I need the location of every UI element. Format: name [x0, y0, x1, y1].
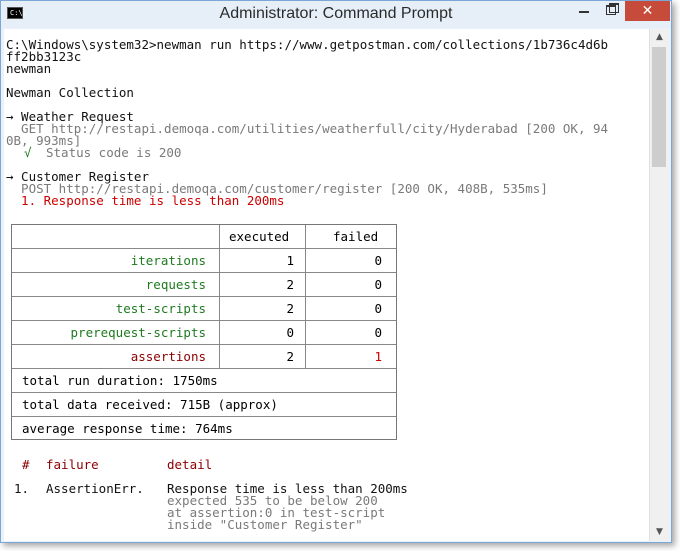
failure-number: 1. [14, 481, 30, 496]
scroll-up-arrow-icon[interactable]: ▲ [650, 29, 669, 46]
vertical-scrollbar[interactable]: ▲ ▼ [649, 29, 669, 541]
tool-name: newman [6, 61, 52, 76]
minimize-button[interactable] [571, 1, 597, 21]
row-executed-requests: 2 [286, 277, 294, 292]
command-prompt-window: C:\. Administrator: Command Prompt ✕ C:\… [0, 0, 672, 543]
row-executed-iterations: 1 [286, 253, 294, 268]
summary-table: executed failed iterations 1 0 requests … [11, 224, 397, 440]
failures-header-num: # [22, 457, 30, 472]
collection-name: Newman Collection [6, 85, 134, 100]
total-data-received: total data received: 715B (approx) [22, 397, 278, 412]
check-mark-icon: √ [24, 145, 32, 160]
row-label-assertions: assertions [130, 349, 206, 364]
table-divider [12, 272, 396, 273]
row-executed-test-scripts: 2 [286, 301, 294, 316]
table-divider [12, 320, 396, 321]
row-failed-test-scripts: 0 [374, 301, 382, 316]
row-label-prerequest-scripts: prerequest-scripts [70, 325, 206, 340]
test-pass-text: Status code is 200 [46, 145, 182, 160]
scroll-down-arrow-icon[interactable]: ▼ [650, 524, 669, 541]
failures-header-failure: failure [46, 457, 99, 472]
failures-header-detail: detail [167, 457, 213, 472]
row-failed-prerequest-scripts: 0 [374, 325, 382, 340]
request-weather-get: GET http://restapi.demoqa.com/utilities/… [6, 121, 609, 136]
table-divider [12, 392, 396, 393]
test-fail-text: 1. Response time is less than 200ms [6, 193, 285, 208]
restore-button[interactable] [598, 1, 624, 21]
table-divider [12, 344, 396, 345]
title-bar[interactable]: C:\. Administrator: Command Prompt ✕ [1, 1, 671, 28]
failure-detail-context: inside "Customer Register" [167, 517, 363, 532]
table-divider [12, 416, 396, 417]
row-failed-iterations: 0 [374, 253, 382, 268]
row-executed-prerequest-scripts: 0 [286, 325, 294, 340]
header-failed: failed [333, 229, 379, 244]
console-output[interactable]: C:\Windows\system32>newman run https://w… [4, 29, 649, 541]
table-divider [219, 225, 220, 368]
table-divider [12, 248, 396, 249]
header-executed: executed [229, 229, 290, 244]
row-label-iterations: iterations [130, 253, 206, 268]
close-button[interactable]: ✕ [625, 1, 670, 21]
average-response-time: average response time: 764ms [22, 421, 233, 436]
row-label-requests: requests [145, 277, 206, 292]
table-divider [305, 225, 306, 368]
failure-type: AssertionErr. [46, 481, 144, 496]
table-divider [12, 296, 396, 297]
command-line: C:\Windows\system32>newman run https://w… [6, 37, 609, 52]
table-divider [12, 368, 396, 369]
scrollbar-thumb[interactable] [652, 47, 666, 167]
row-failed-assertions: 1 [374, 349, 382, 364]
total-run-duration: total run duration: 1750ms [22, 373, 218, 388]
row-executed-assertions: 2 [286, 349, 294, 364]
row-label-test-scripts: test-scripts [115, 301, 206, 316]
row-failed-requests: 0 [374, 277, 382, 292]
